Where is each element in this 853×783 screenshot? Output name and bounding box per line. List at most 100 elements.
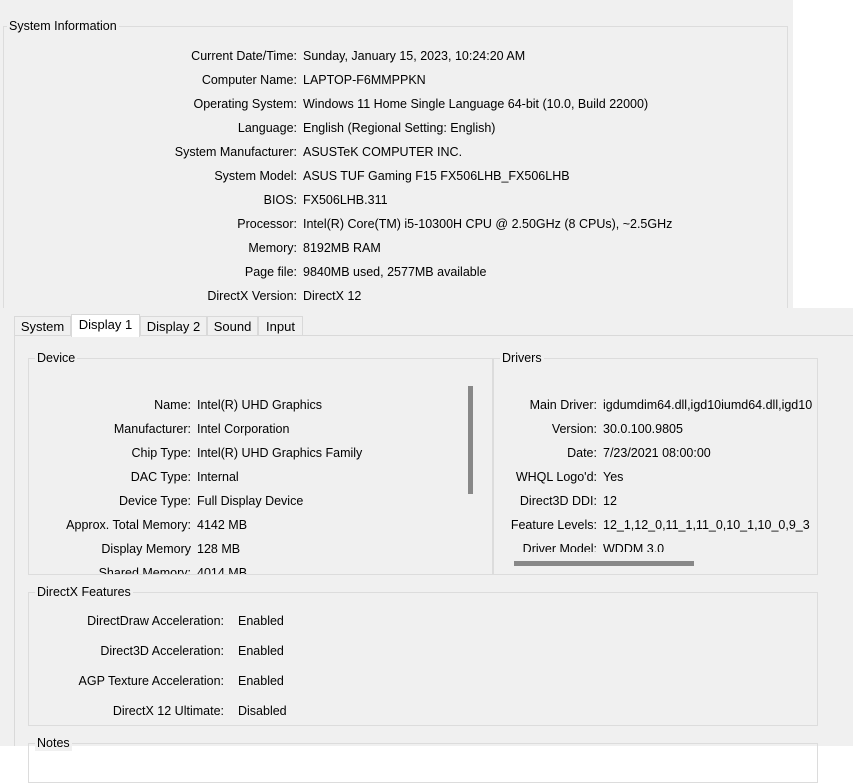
system-info-row-label: Operating System: <box>193 97 297 111</box>
directx-feature-value: Enabled <box>238 644 284 658</box>
driver-property-row-label: WHQL Logo'd: <box>515 470 597 484</box>
device-group-title: Device <box>35 350 78 366</box>
device-scrollbar[interactable] <box>463 370 477 574</box>
drivers-scrollbar-thumb[interactable] <box>514 561 694 566</box>
system-info-row-value: DirectX 12 <box>303 289 362 303</box>
directx-feature-row: Direct3D Acceleration: Enabled <box>29 643 809 659</box>
driver-property-row-label: Version: <box>551 422 597 436</box>
tab-sound[interactable]: Sound <box>207 316 258 336</box>
driver-property-row-label: Main Driver: <box>529 398 597 412</box>
dxdiag-tab-window: System Display 1 Display 2 Sound Input D… <box>0 308 853 783</box>
device-property-row-value: Full Display Device <box>197 494 304 508</box>
system-info-row-label: Current Date/Time: <box>191 49 297 63</box>
device-property-row: Manufacturer: Intel Corporation <box>29 421 473 437</box>
device-property-row-label: Chip Type: <box>131 446 191 460</box>
system-info-row-value: Sunday, January 15, 2023, 10:24:20 AM <box>303 49 526 63</box>
driver-property-row-value: 12_1,12_0,11_1,11_0,10_1,10_0,9_3 <box>603 518 810 532</box>
system-info-row: Operating System: Windows 11 Home Single … <box>0 96 780 112</box>
system-info-row: Current Date/Time: Sunday, January 15, 20… <box>0 48 780 64</box>
system-info-row-value: English (Regional Setting: English) <box>303 121 496 135</box>
device-property-row-label: Shared Memory: <box>98 566 191 574</box>
device-property-row-label: Display Memory <box>101 542 191 556</box>
tab-system[interactable]: System <box>14 316 71 336</box>
system-info-row: System Manufacturer: ASUSTeK COMPUTER INC… <box>0 144 780 160</box>
system-info-row-value: ASUSTeK COMPUTER INC. <box>303 145 463 159</box>
device-property-row: Shared Memory: 4014 MB <box>29 565 473 574</box>
system-info-row-label: Processor: <box>237 217 297 231</box>
system-info-row-value: LAPTOP-F6MMPPKN <box>303 73 426 87</box>
system-info-row: Memory: 8192MB RAM <box>0 240 780 256</box>
system-info-row-value: 9840MB used, 2577MB available <box>303 265 487 279</box>
device-scrollbar-thumb[interactable] <box>468 386 473 494</box>
system-info-row-label: Page file: <box>244 265 297 279</box>
device-property-row: Chip Type: Intel(R) UHD Graphics Family <box>29 445 473 461</box>
driver-property-row-value: 7/23/2021 08:00:00 <box>603 446 711 460</box>
directx-feature-label: DirectDraw Acceleration: <box>87 614 224 628</box>
driver-property-row: WHQL Logo'd: Yes <box>494 469 817 485</box>
driver-property-row-value: 30.0.100.9805 <box>603 422 683 436</box>
system-info-row: System Model: ASUS TUF Gaming F15 FX506LH… <box>0 168 780 184</box>
device-list[interactable]: Name: Intel(R) UHD Graphics Manufacturer: I… <box>29 370 473 574</box>
device-property-row: Name: Intel(R) UHD Graphics <box>29 397 473 413</box>
device-property-row-value: 4014 MB <box>197 566 248 574</box>
tab-display-2[interactable]: Display 2 <box>140 316 207 336</box>
directx-features-rows: DirectDraw Acceleration: Enabled Direct3D … <box>29 598 809 718</box>
device-property-row-label: Manufacturer: <box>113 422 191 436</box>
directx-feature-value: Enabled <box>238 674 284 688</box>
directx-feature-value: Enabled <box>238 614 284 628</box>
driver-property-row: Version: 30.0.100.9805 <box>494 421 817 437</box>
directx-feature-label: Direct3D Acceleration: <box>100 644 224 658</box>
device-property-row: Device Type: Full Display Device <box>29 493 473 509</box>
device-property-row-label: Name: <box>154 398 191 412</box>
drivers-horizontal-scrollbar[interactable] <box>494 553 817 574</box>
system-info-row-label: Computer Name: <box>201 73 297 87</box>
notes-group-title: Notes <box>35 735 72 751</box>
system-information-panel: System Information Current Date/Time: Sun… <box>0 0 793 316</box>
device-property-row: DAC Type: Internal <box>29 469 473 485</box>
system-info-row-value: 8192MB RAM <box>303 241 381 255</box>
tab-display-1[interactable]: Display 1 <box>71 314 140 337</box>
device-property-row-value: Intel(R) UHD Graphics Family <box>197 446 363 460</box>
driver-property-row-value: Yes <box>603 470 624 484</box>
drivers-list[interactable]: Main Driver: igdumdim64.dll,igd10iumd64.d… <box>494 370 817 552</box>
system-info-row-value: ASUS TUF Gaming F15 FX506LHB_FX506LHB <box>303 169 570 183</box>
system-info-row: DirectX Version: DirectX 12 <box>0 288 780 304</box>
driver-property-row-label: Direct3D DDI: <box>519 494 597 508</box>
directx-feature-row: AGP Texture Acceleration: Enabled <box>29 673 809 689</box>
driver-property-row-value: igdumdim64.dll,igd10iumd64.dll,igd10 <box>603 398 813 412</box>
device-property-row-value: Intel Corporation <box>197 422 290 436</box>
directx-feature-row: DirectDraw Acceleration: Enabled <box>29 613 809 629</box>
system-info-row: Processor: Intel(R) Core(TM) i5-10300H CP… <box>0 216 780 232</box>
device-property-row: Display Memory 128 MB <box>29 541 473 557</box>
system-info-row-label: System Manufacturer: <box>174 145 297 159</box>
system-info-row-value: FX506LHB.311 <box>303 193 388 207</box>
directx-feature-row: DirectX 12 Ultimate: Disabled <box>29 703 809 719</box>
driver-property-row: Date: 7/23/2021 08:00:00 <box>494 445 817 461</box>
system-info-row-label: DirectX Version: <box>207 289 297 303</box>
driver-property-row: Direct3D DDI: 12 <box>494 493 817 509</box>
driver-property-row-label: Date: <box>567 446 597 460</box>
system-info-row: Computer Name: LAPTOP-F6MMPPKN <box>0 72 780 88</box>
driver-property-row: Main Driver: igdumdim64.dll,igd10iumd64.d… <box>494 397 817 413</box>
device-property-row-value: 4142 MB <box>197 518 248 532</box>
directx-feature-label: AGP Texture Acceleration: <box>78 674 224 688</box>
driver-property-row-value: WDDM 3.0 <box>603 542 665 552</box>
system-info-row: Language: English (Regional Setting: Engl… <box>0 120 780 136</box>
device-property-row-value: Internal <box>197 470 239 484</box>
driver-property-row-label: Driver Model: <box>522 542 597 552</box>
device-property-row-value: 128 MB <box>197 542 241 556</box>
notes-group <box>28 743 818 783</box>
device-property-row-value: Intel(R) UHD Graphics <box>197 398 323 412</box>
system-info-row-value: Windows 11 Home Single Language 64-bit (… <box>303 97 649 111</box>
system-info-row: Page file: 9840MB used, 2577MB available <box>0 264 780 280</box>
device-property-row-label: DAC Type: <box>130 470 191 484</box>
device-property-row-label: Device Type: <box>118 494 191 508</box>
device-property-row: Approx. Total Memory: 4142 MB <box>29 517 473 533</box>
system-info-row-label: System Model: <box>214 169 297 183</box>
system-info-row-label: BIOS: <box>263 193 297 207</box>
directx-feature-value: Disabled <box>238 704 287 718</box>
driver-property-row-label: Feature Levels: <box>510 518 597 532</box>
device-property-row-label: Approx. Total Memory: <box>66 518 191 532</box>
tab-input[interactable]: Input <box>258 316 303 336</box>
system-info-row-label: Memory: <box>248 241 297 255</box>
